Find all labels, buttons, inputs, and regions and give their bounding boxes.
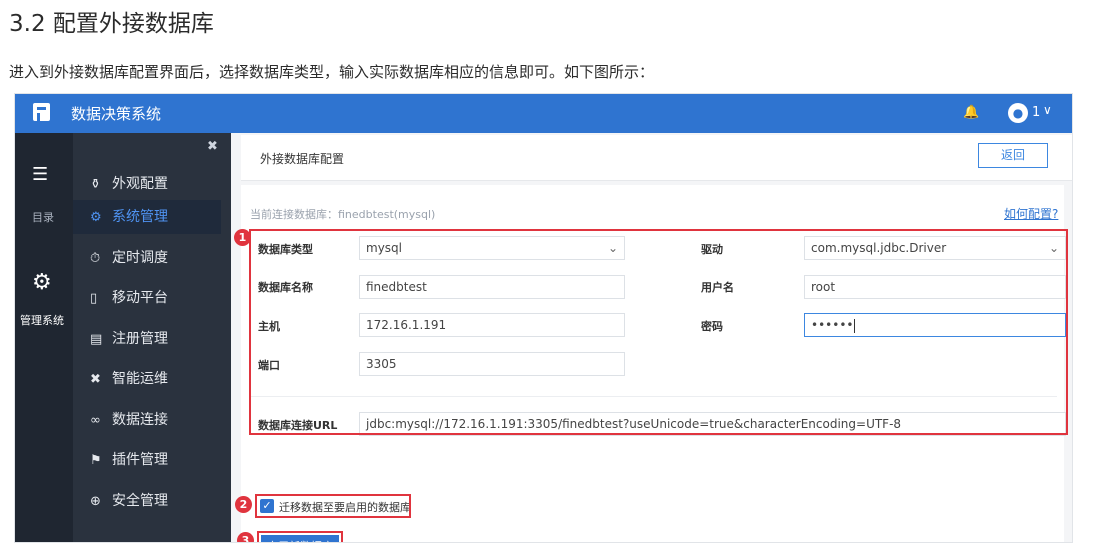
annotation-box-3 [257, 531, 343, 542]
subnav-item-data-connection[interactable]: ∞ 数据连接 [73, 403, 221, 437]
app-screenshot: 数据决策系统 🔔 ● 1 ∨ ☰ 目录 ⚙ 管理系统 ✖ ⚱ 外观配置 ⚙ 系统管理… [14, 93, 1073, 543]
back-button[interactable]: 返回 [978, 143, 1048, 168]
annotation-badge-2: 2 [235, 496, 252, 513]
top-bar: 数据决策系统 🔔 ● 1 ∨ [15, 94, 1072, 133]
subnav-item-mobile[interactable]: ▯ 移动平台 [73, 281, 221, 315]
doc-title: 3.2 配置外接数据库 [9, 11, 214, 37]
pin-icon[interactable]: ✖ [207, 139, 218, 154]
puzzle-icon: ⚑ [90, 453, 102, 468]
user-menu-chevron-icon[interactable]: ∨ [1043, 103, 1052, 117]
subnav-item-system-management[interactable]: ⚙ 系统管理 [73, 200, 221, 234]
subnav-item-plugins[interactable]: ⚑ 插件管理 [73, 443, 221, 477]
user-avatar-icon[interactable]: ● [1008, 103, 1028, 123]
subnav-item-scheduling[interactable]: ⏱ 定时调度 [73, 241, 221, 275]
panel-title: 外接数据库配置 [260, 152, 345, 166]
panel-header: 外接数据库配置 返回 [241, 135, 1072, 181]
subnav-item-appearance[interactable]: ⚱ 外观配置 [73, 167, 221, 201]
gear-icon: ⚙ [32, 270, 52, 295]
app-title: 数据决策系统 [71, 105, 162, 123]
list-icon[interactable]: ☰ [32, 164, 48, 185]
timer-icon: ⏱ [90, 251, 101, 266]
bell-icon[interactable]: 🔔 [963, 105, 979, 120]
how-to-configure-link[interactable]: 如何配置? [1004, 205, 1058, 222]
current-db-text: 当前连接数据库：finedbtest(mysql) [250, 208, 436, 221]
config-panel: 当前连接数据库：finedbtest(mysql) 如何配置? 数据库类型 my… [234, 185, 1068, 542]
annotation-box-2 [255, 494, 411, 518]
user-number[interactable]: 1 [1032, 105, 1040, 120]
register-icon: ▤ [90, 332, 103, 347]
annotation-badge-1: 1 [234, 229, 251, 246]
nodes-icon: ✖ [90, 372, 101, 387]
directory-label[interactable]: 目录 [32, 209, 54, 225]
annotation-box-1 [249, 229, 1068, 435]
main-content: 外接数据库配置 返回 当前连接数据库：finedbtest(mysql) 如何配… [231, 133, 1072, 542]
sub-navigation: ✖ ⚱ 外观配置 ⚙ 系统管理 ⏱ 定时调度 ▯ 移动平台 ▤ 注册管理 ✖ 智能运维 ∞ 数… [73, 133, 231, 542]
link-icon: ∞ [90, 413, 101, 428]
palette-icon: ⚱ [90, 177, 101, 192]
subnav-item-security[interactable]: ⊕ 安全管理 [73, 484, 221, 518]
subnav-item-intelligent-ops[interactable]: ✖ 智能运维 [73, 362, 221, 396]
shield-icon: ⊕ [90, 494, 101, 509]
manage-system-label: 管理系统 [20, 314, 64, 327]
annotation-badge-3: 3 [237, 532, 254, 542]
gear-icon: ⚙ [90, 210, 102, 225]
icon-sidebar: ☰ 目录 ⚙ 管理系统 [15, 133, 73, 542]
doc-intro: 进入到外接数据库配置界面后，选择数据库类型，输入实际数据库相应的信息即可。如下图… [9, 63, 655, 81]
subnav-item-registration[interactable]: ▤ 注册管理 [73, 322, 221, 356]
mobile-icon: ▯ [90, 291, 98, 306]
manage-system-tab[interactable]: ⚙ 管理系统 [15, 270, 73, 344]
app-logo-icon [33, 103, 50, 121]
